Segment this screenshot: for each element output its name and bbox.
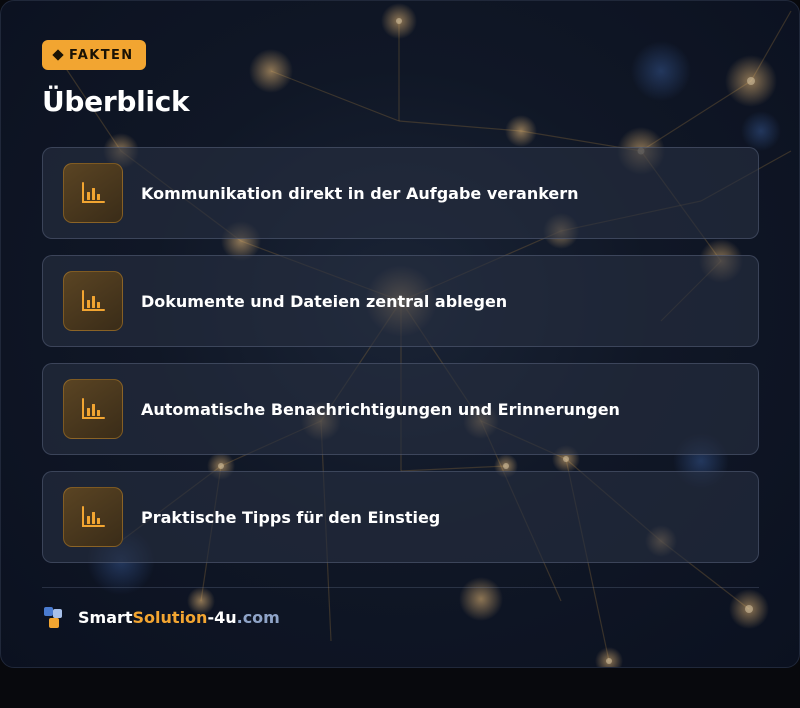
brand-com: .com [236,607,280,627]
brand-name: SmartSolution-4u.com [78,608,280,627]
list-item: Dokumente und Dateien zentral ablegen [42,255,759,347]
brand-blocks-icon [42,605,64,629]
item-label: Praktische Tipps für den Einstieg [141,507,441,527]
facts-card: FAKTEN Überblick Kommunikation direkt in… [0,0,800,668]
list-item: Kommunikation direkt in der Aufgabe vera… [42,147,759,239]
list-item: Automatische Benachrichtigungen und Erin… [42,363,759,455]
diamond-icon [52,49,64,61]
brand-4u: -4u [207,607,237,627]
list-item: Praktische Tipps für den Einstieg [42,471,759,563]
item-label: Dokumente und Dateien zentral ablegen [141,291,508,311]
bar-chart-icon [63,379,123,439]
brand-solution: Solution [132,607,208,627]
bar-chart-icon [63,271,123,331]
footer-divider [42,587,759,588]
page-title: Überblick [42,85,190,118]
item-label: Automatische Benachrichtigungen und Erin… [141,399,620,419]
brand-footer: SmartSolution-4u.com [42,604,280,630]
bar-chart-icon [63,487,123,547]
facts-badge: FAKTEN [42,40,146,70]
brand-smart: Smart [78,607,133,627]
item-label: Kommunikation direkt in der Aufgabe vera… [141,183,579,203]
card-content: FAKTEN Überblick Kommunikation direkt in… [1,1,799,667]
badge-label: FAKTEN [69,47,134,63]
bar-chart-icon [63,163,123,223]
